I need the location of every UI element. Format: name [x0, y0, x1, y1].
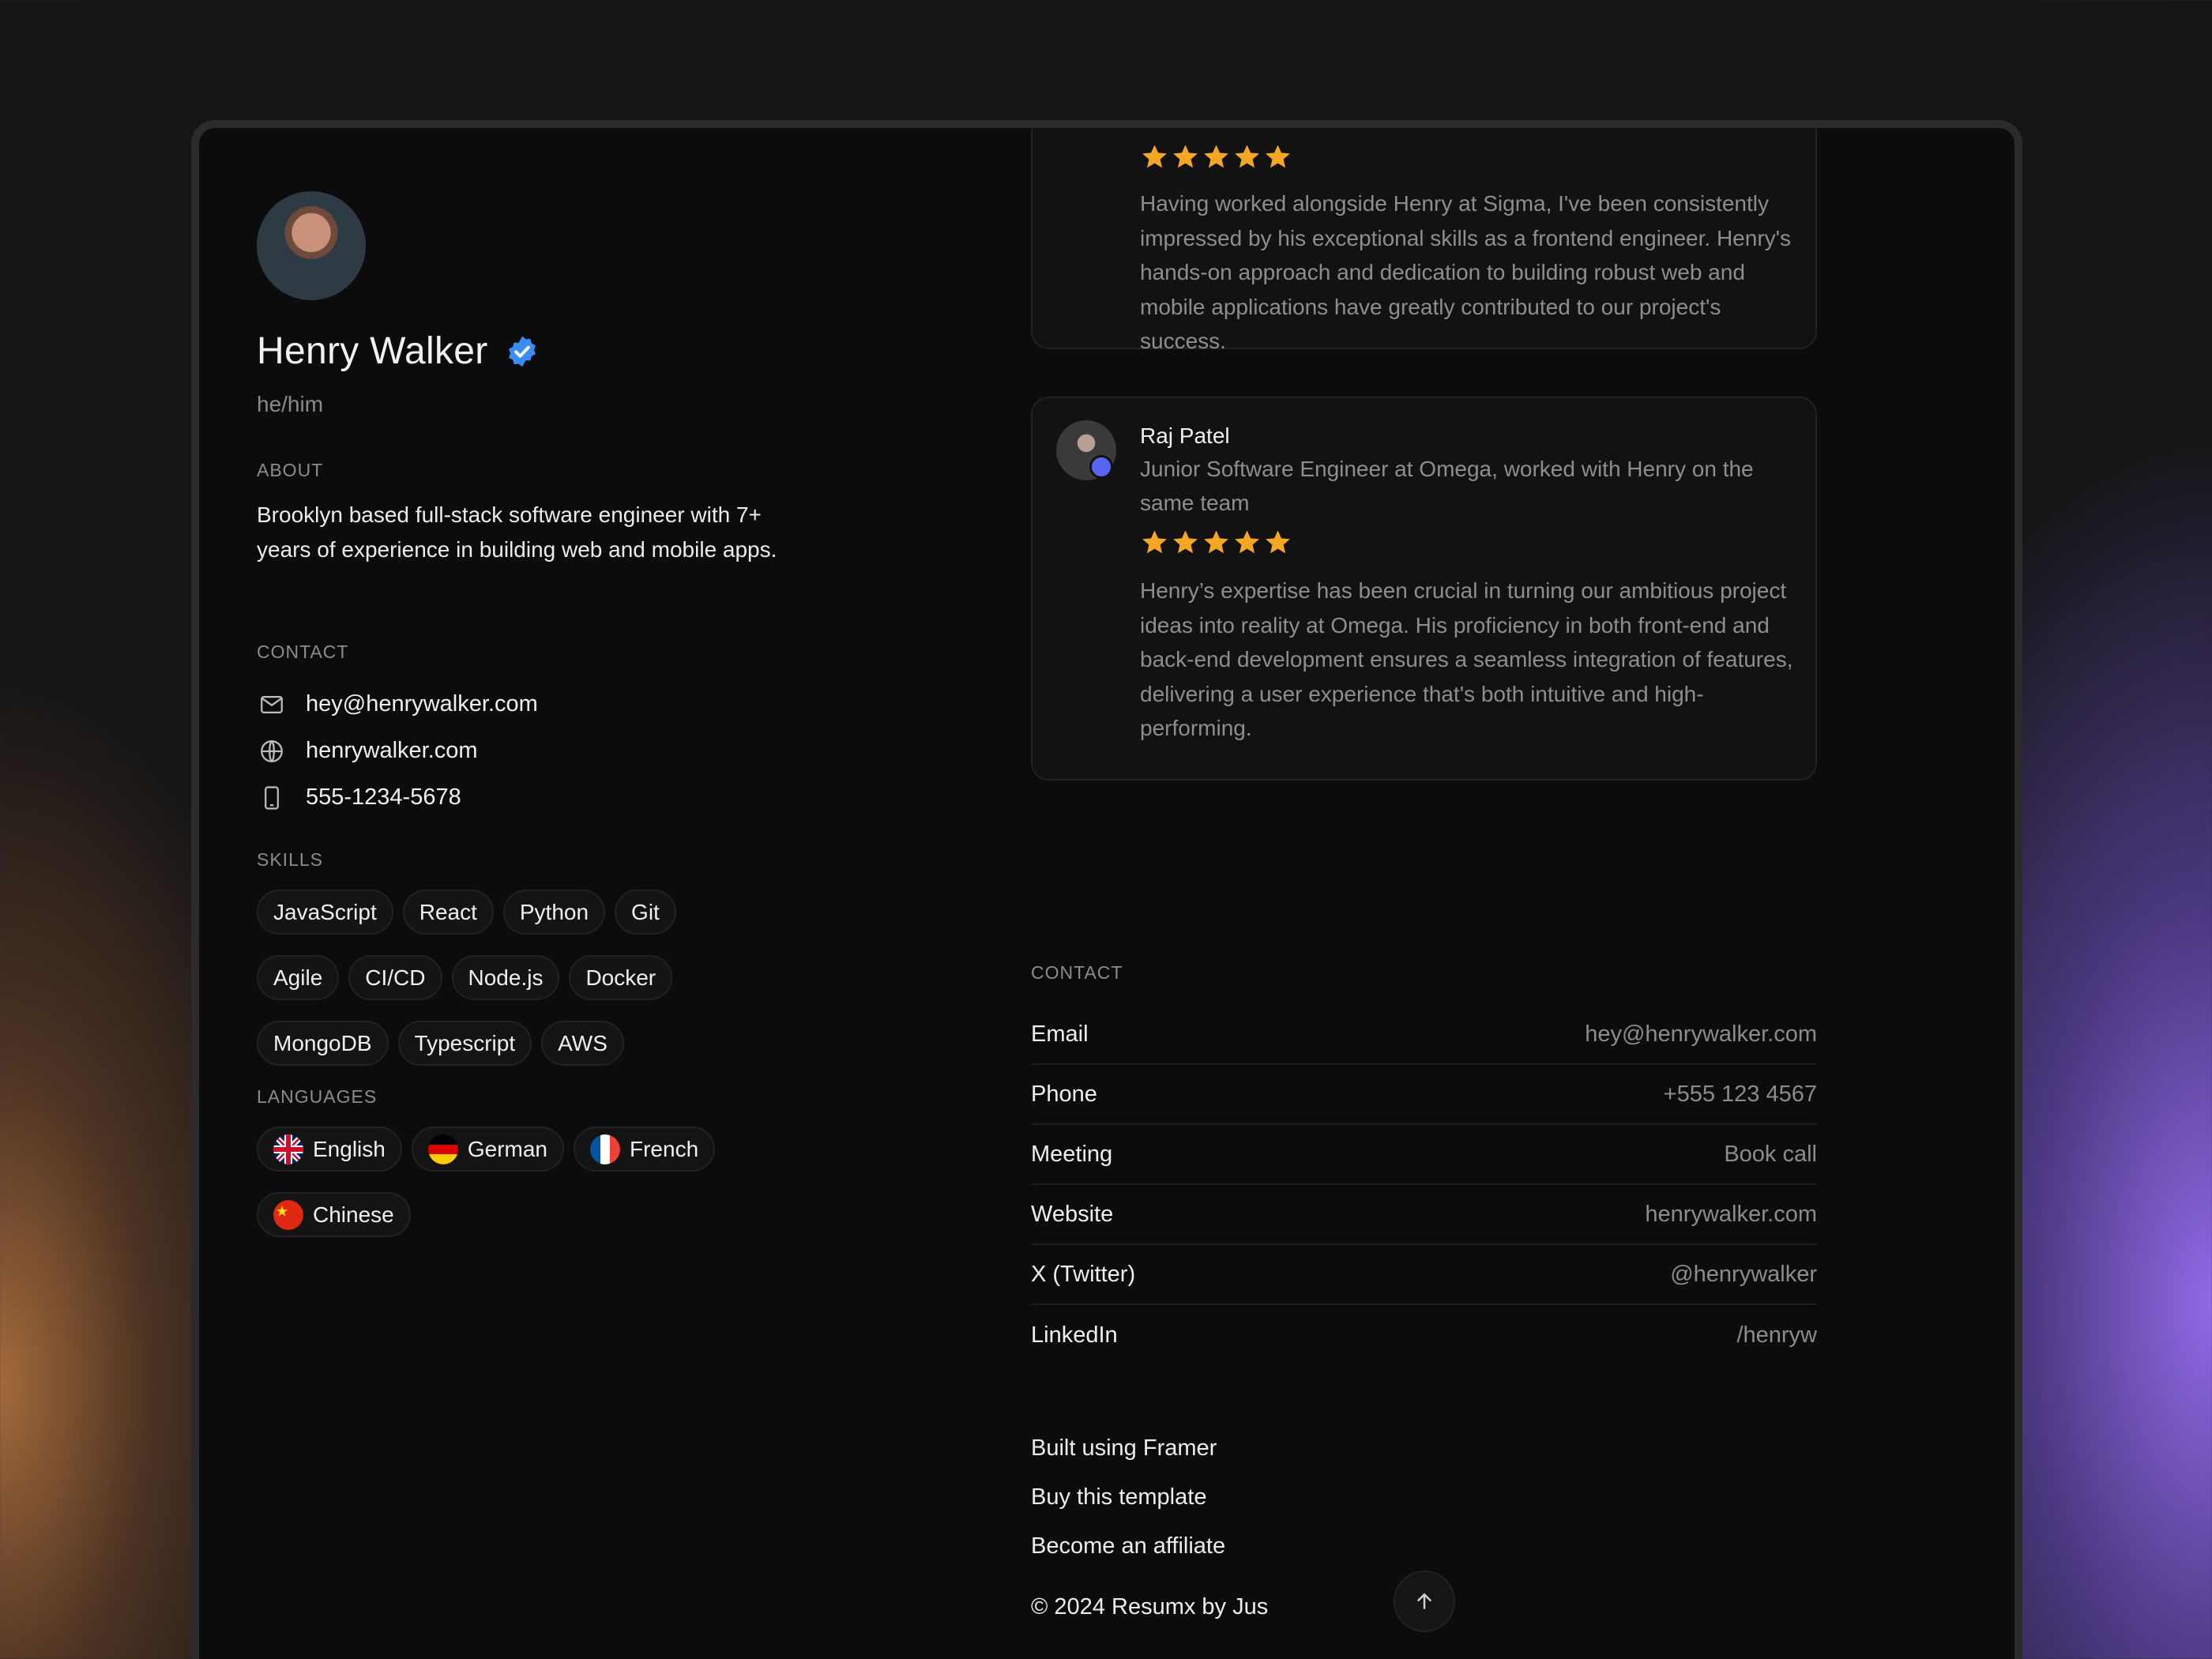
rating-stars — [1140, 142, 1292, 171]
language-chip-french: French — [574, 1127, 716, 1172]
contact-section-label: CONTACT — [1031, 962, 1123, 983]
contact-row-email[interactable]: Email hey@henrywalker.com — [1031, 1005, 1817, 1065]
footer-links: Built using Framer Buy this template Bec… — [1031, 1424, 1225, 1571]
contact-list: hey@henrywalker.com henrywalker.com 555-… — [257, 681, 538, 821]
skill-chip: MongoDB — [257, 1021, 389, 1066]
skill-chip: React — [402, 890, 494, 935]
language-chip-chinese: Chinese — [257, 1192, 411, 1237]
star-icon — [1173, 530, 1198, 554]
reviewer-role: Junior Software Engineer at Omega, worke… — [1140, 457, 1754, 515]
contact-phone[interactable]: 555-1234-5678 — [257, 774, 538, 821]
skill-chip: Docker — [569, 955, 673, 1000]
uk-flag-icon — [273, 1134, 303, 1164]
star-icon — [1142, 530, 1167, 554]
contact-value[interactable]: @henrywalker — [1670, 1262, 1817, 1288]
star-icon — [1266, 145, 1290, 168]
verified-badge-icon — [508, 336, 536, 367]
contact-website[interactable]: henrywalker.com — [257, 728, 538, 774]
name-row: Henry Walker — [257, 329, 539, 373]
contact-row-phone[interactable]: Phone +555 123 4567 — [1031, 1065, 1817, 1125]
germany-flag-icon — [427, 1134, 458, 1164]
contact-website-text: henrywalker.com — [306, 738, 478, 763]
skill-chip: AWS — [541, 1021, 624, 1066]
skills-list: JavaScript React Python Git Agile CI/CD … — [257, 890, 770, 1066]
languages-list: English German French Chinese — [257, 1127, 770, 1237]
contact-row-twitter[interactable]: X (Twitter) @henrywalker — [1031, 1245, 1817, 1305]
france-flag-icon — [590, 1134, 620, 1164]
avatar — [257, 191, 366, 300]
star-icon — [1173, 145, 1198, 168]
reviewer-name: Raj Patel — [1140, 423, 1230, 448]
footer-link-framer[interactable]: Built using Framer — [1031, 1424, 1225, 1473]
languages-label: LANGUAGES — [257, 1086, 378, 1107]
contact-value[interactable]: /henryw — [1736, 1322, 1817, 1349]
phone-icon — [257, 783, 287, 813]
contact-table: Email hey@henrywalker.com Phone +555 123… — [1031, 1005, 1817, 1365]
china-flag-icon — [273, 1199, 303, 1230]
contact-value[interactable]: hey@henrywalker.com — [1585, 1021, 1817, 1048]
skill-chip: Python — [502, 890, 606, 935]
contact-email[interactable]: hey@henrywalker.com — [257, 681, 538, 728]
star-icon — [1266, 530, 1290, 554]
star-icon — [1204, 530, 1228, 554]
contact-email-text: hey@henrywalker.com — [306, 691, 538, 717]
contact-value[interactable]: Book call — [1724, 1142, 1817, 1168]
review-text: Having worked alongside Henry at Sigma, … — [1140, 191, 1791, 353]
contact-key: Meeting — [1031, 1141, 1113, 1167]
language-label: English — [313, 1136, 386, 1161]
review-card: Having worked alongside Henry at Sigma, … — [1031, 128, 1817, 353]
profile-name: Henry Walker — [257, 330, 488, 372]
language-chip-english: English — [257, 1127, 402, 1172]
contact-row-linkedin[interactable]: LinkedIn /henryw — [1031, 1305, 1817, 1365]
language-label: French — [630, 1136, 699, 1161]
review-text: Henry’s expertise has been crucial in tu… — [1140, 578, 1793, 740]
footer-link-affiliate[interactable]: Become an affiliate — [1031, 1522, 1225, 1571]
contact-key: Website — [1031, 1201, 1114, 1227]
language-label: German — [467, 1136, 547, 1161]
language-label: Chinese — [313, 1202, 394, 1227]
arrow-up-icon — [1417, 1593, 1431, 1609]
globe-icon — [257, 736, 287, 766]
language-chip-german: German — [411, 1127, 564, 1172]
contact-key: X (Twitter) — [1031, 1261, 1136, 1287]
contact-key: Phone — [1031, 1081, 1097, 1107]
footer-link-buy-template[interactable]: Buy this template — [1031, 1473, 1225, 1522]
contact-phone-text: 555-1234-5678 — [306, 784, 461, 810]
skill-chip: Node.js — [451, 955, 560, 1000]
resume-page-frame: Henry Walker he/him ABOUT Brooklyn based… — [191, 120, 2022, 1659]
skill-chip: CI/CD — [348, 955, 442, 1000]
skills-label: SKILLS — [257, 849, 323, 870]
contact-row-website[interactable]: Website henrywalker.com — [1031, 1185, 1817, 1245]
mail-icon — [257, 690, 287, 720]
star-icon — [1235, 145, 1259, 168]
contact-key: LinkedIn — [1031, 1322, 1118, 1348]
pronouns: he/him — [257, 392, 324, 416]
review-card: Raj Patel Junior Software Engineer at Om… — [1031, 397, 1817, 781]
contact-key: Email — [1031, 1021, 1089, 1047]
star-icon — [1204, 145, 1228, 168]
about-label: ABOUT — [257, 460, 324, 480]
skill-chip: JavaScript — [257, 890, 393, 935]
skill-chip: Agile — [257, 955, 340, 1000]
star-icon — [1142, 145, 1167, 168]
contact-value[interactable]: henrywalker.com — [1645, 1202, 1817, 1228]
skill-chip: Typescript — [397, 1021, 532, 1066]
about-text: Brooklyn based full-stack software engin… — [257, 502, 777, 562]
copyright: © 2024 Resumx by Jus — [1031, 1594, 1269, 1620]
star-icon — [1235, 530, 1259, 554]
contact-row-meeting[interactable]: Meeting Book call — [1031, 1125, 1817, 1185]
discord-icon — [1089, 455, 1113, 479]
skill-chip: Git — [615, 890, 676, 935]
contact-value[interactable]: +555 123 4567 — [1664, 1082, 1817, 1108]
scroll-to-top-button[interactable] — [1394, 1571, 1455, 1632]
rating-stars — [1140, 528, 1292, 557]
contact-label: CONTACT — [257, 641, 349, 662]
